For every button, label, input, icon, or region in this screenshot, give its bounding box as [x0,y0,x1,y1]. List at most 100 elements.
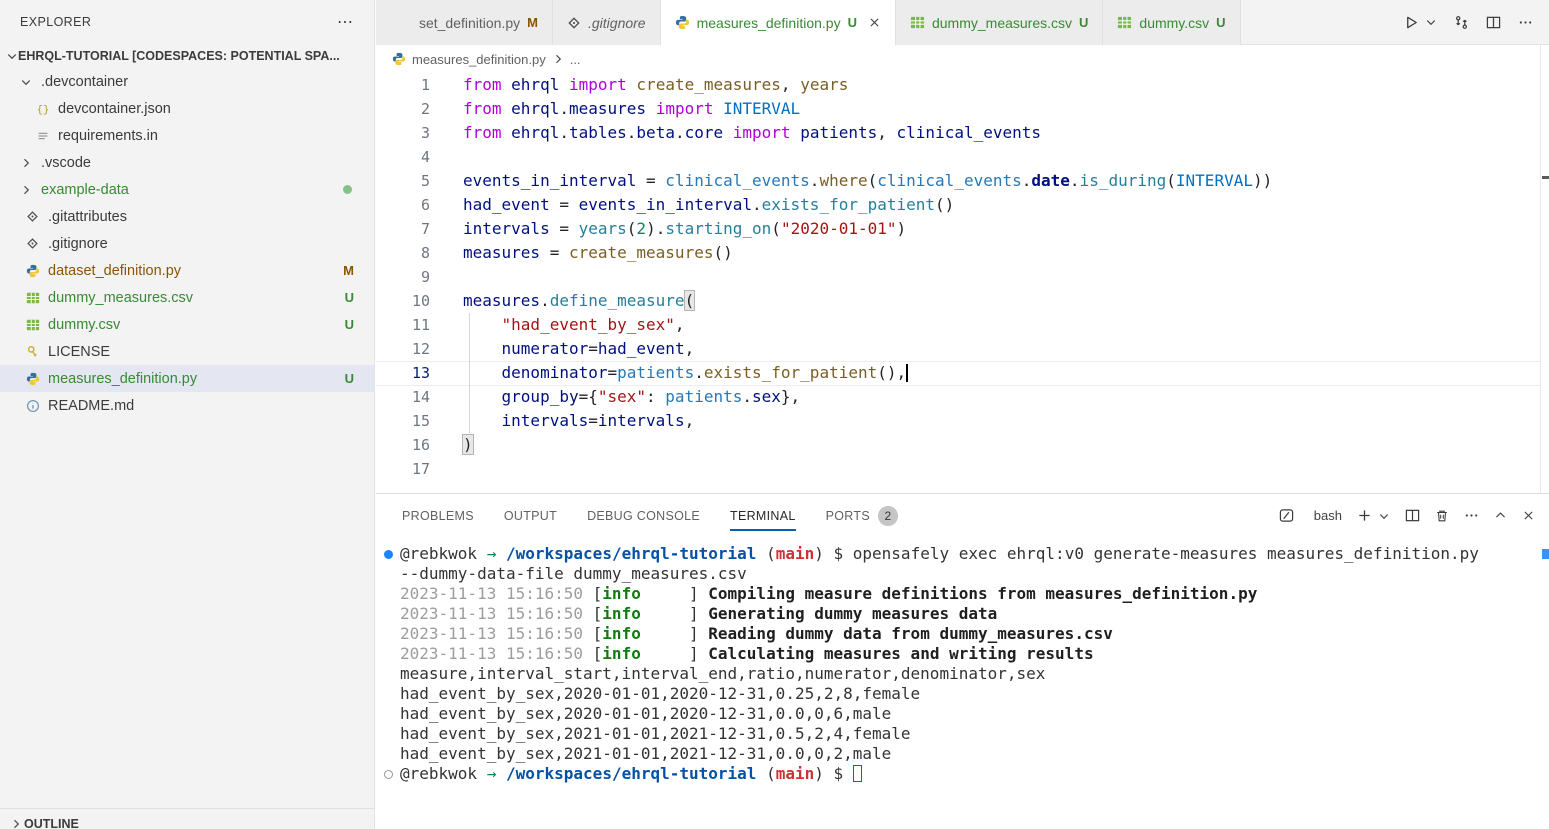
list-icon [34,129,51,143]
line-number: 9 [376,265,430,289]
tree-item-label: .gitignore [48,236,108,252]
code-line-17[interactable]: 17 [376,457,1549,481]
line-number: 6 [376,193,430,217]
code-line-15[interactable]: 15 intervals=intervals, [376,409,1549,433]
bash-terminal-icon[interactable] [1279,508,1294,523]
panel-tab-label: DEBUG CONSOLE [587,509,700,523]
info-icon [24,399,41,413]
panel-tab-output[interactable]: OUTPUT [504,494,557,537]
key-icon [24,345,41,359]
play-icon[interactable] [1404,15,1419,30]
tree-file-dummy-measures-csv[interactable]: dummy_measures.csvU [0,284,374,311]
outline-divider [0,808,375,809]
code-line-13[interactable]: 13 denominator=patients.exists_for_patie… [376,361,1549,385]
editor-group: set_definition.pyM.gitignoremeasures_def… [376,0,1549,829]
terminal-output[interactable]: @rebkwok → /workspaces/ehrql-tutorial (m… [376,544,1540,784]
sidebar-more-actions-icon[interactable]: ⋯ [337,12,354,32]
compare-icon[interactable] [1454,15,1469,30]
chevron-right-icon [552,53,564,65]
plus-icon[interactable] [1357,508,1372,523]
tree-item-label: .vscode [41,155,91,171]
tree-file--gitattributes[interactable]: .gitattributes [0,203,374,230]
terminal-text: had_event_by_sex,2021-01-01,2021-12-31,0… [400,724,911,744]
code-line-content: measures.define_measure( [430,289,694,313]
close-icon[interactable] [868,16,881,29]
trash-icon[interactable] [1435,509,1449,523]
editor-scrollbar-gutter [1540,45,1541,493]
tree-folder--devcontainer[interactable]: .devcontainer [0,68,374,95]
terminal-text: 2023-11-13 15:16:50 [info ] Compiling me… [400,584,1257,604]
split-icon[interactable] [1405,508,1420,523]
code-line-content [430,145,463,169]
tab-measures-definition-py[interactable]: measures_definition.pyU [661,0,896,46]
breadcrumb[interactable]: measures_definition.py ... [376,45,1549,73]
tree-file-devcontainer-json[interactable]: {}devcontainer.json [0,95,374,122]
panel-tab-problems[interactable]: PROBLEMS [402,494,474,537]
code-line-6[interactable]: 6had_event = events_in_interval.exists_f… [376,193,1549,217]
code-line-2[interactable]: 2from ehrql.measures import INTERVAL [376,97,1549,121]
code-line-3[interactable]: 3from ehrql.tables.beta.core import pati… [376,121,1549,145]
tree-file-dataset-definition-py[interactable]: dataset_definition.pyM [0,257,374,284]
tree-item-label: LICENSE [48,344,110,360]
code-line-1[interactable]: 1from ehrql import create_measures, year… [376,73,1549,97]
terminal-text: had_event_by_sex,2021-01-01,2021-12-31,0… [400,744,891,764]
tree-file-dummy-csv[interactable]: dummy.csvU [0,311,374,338]
bottom-panel: PROBLEMS OUTPUT DEBUG CONSOLE TERMINAL PORTS… [376,493,1549,829]
tree-folder-example-data[interactable]: example-data [0,176,374,203]
tree-file-readme-md[interactable]: README.md [0,392,374,419]
tab-bar: set_definition.pyM.gitignoremeasures_def… [376,0,1549,45]
git-status-badge: U [345,317,354,332]
python-icon [24,264,41,278]
tab-set-definition-py[interactable]: set_definition.pyM [376,0,553,45]
panel-tab-debug-console[interactable]: DEBUG CONSOLE [587,494,700,537]
breadcrumb-file[interactable]: measures_definition.py [412,52,546,67]
outline-section-header[interactable]: OUTLINE [0,812,375,829]
tree-item-label: dataset_definition.py [48,263,181,279]
tree-folder--vscode[interactable]: .vscode [0,149,374,176]
code-line-8[interactable]: 8measures = create_measures() [376,241,1549,265]
code-line-12[interactable]: 12 numerator=had_event, [376,337,1549,361]
ellipsis-icon[interactable] [1464,508,1479,523]
chevron-right-icon [18,157,34,169]
close-icon[interactable] [1522,509,1535,522]
tab--gitignore[interactable]: .gitignore [553,0,661,45]
code-line-14[interactable]: 14 group_by={"sex": patients.sex}, [376,385,1549,409]
csv-icon [24,291,41,305]
terminal-scrollbar-mark [1542,549,1549,559]
panel-tab-label: TERMINAL [730,509,796,523]
ellipsis-icon[interactable] [1518,15,1533,30]
code-line-10[interactable]: 10measures.define_measure( [376,289,1549,313]
panel-tab-terminal[interactable]: TERMINAL [730,494,796,537]
python-icon [392,52,406,66]
tree-file-measures-definition-py[interactable]: measures_definition.pyU [0,365,374,392]
split-icon[interactable] [1486,15,1501,30]
tree-file-license[interactable]: LICENSE [0,338,374,365]
terminal-text: measure,interval_start,interval_end,rati… [400,664,1045,684]
chevron-up-icon[interactable] [1494,509,1507,522]
tab-dummy-csv[interactable]: dummy.csv U [1103,0,1240,45]
breadcrumb-more[interactable]: ... [570,52,581,67]
code-line-4[interactable]: 4 [376,145,1549,169]
tree-file-requirements-in[interactable]: requirements.in [0,122,374,149]
chevron-down-icon[interactable] [1378,510,1390,522]
tab-git-badge: U [1216,15,1225,30]
panel-tab-label: PROBLEMS [402,509,474,523]
svg-text:{}: {} [36,104,49,116]
terminal-gutter [376,704,400,724]
code-line-7[interactable]: 7intervals = years(2).starting_on("2020-… [376,217,1549,241]
code-line-9[interactable]: 9 [376,265,1549,289]
code-line-11[interactable]: 11 "had_event_by_sex", [376,313,1549,337]
workspace-root-folder[interactable]: EHRQL-TUTORIAL [CODESPACES: POTENTIAL SP… [0,44,374,68]
shell-label[interactable]: bash [1314,508,1342,523]
code-line-5[interactable]: 5events_in_interval = clinical_events.wh… [376,169,1549,193]
terminal-line: had_event_by_sex,2020-01-01,2020-12-31,0… [376,704,1540,724]
chevron-down-icon[interactable] [1425,16,1437,28]
git-status-dot [343,185,352,194]
terminal-gutter [376,604,400,624]
tree-file--gitignore[interactable]: .gitignore [0,230,374,257]
code-editor[interactable]: 1from ehrql import create_measures, year… [376,73,1549,493]
tab-dummy-measures-csv[interactable]: dummy_measures.csvU [896,0,1103,45]
panel-tab-ports[interactable]: PORTS2 [826,494,898,537]
code-line-16[interactable]: 16) [376,433,1549,457]
tab-label: dummy.csv [1139,15,1209,31]
